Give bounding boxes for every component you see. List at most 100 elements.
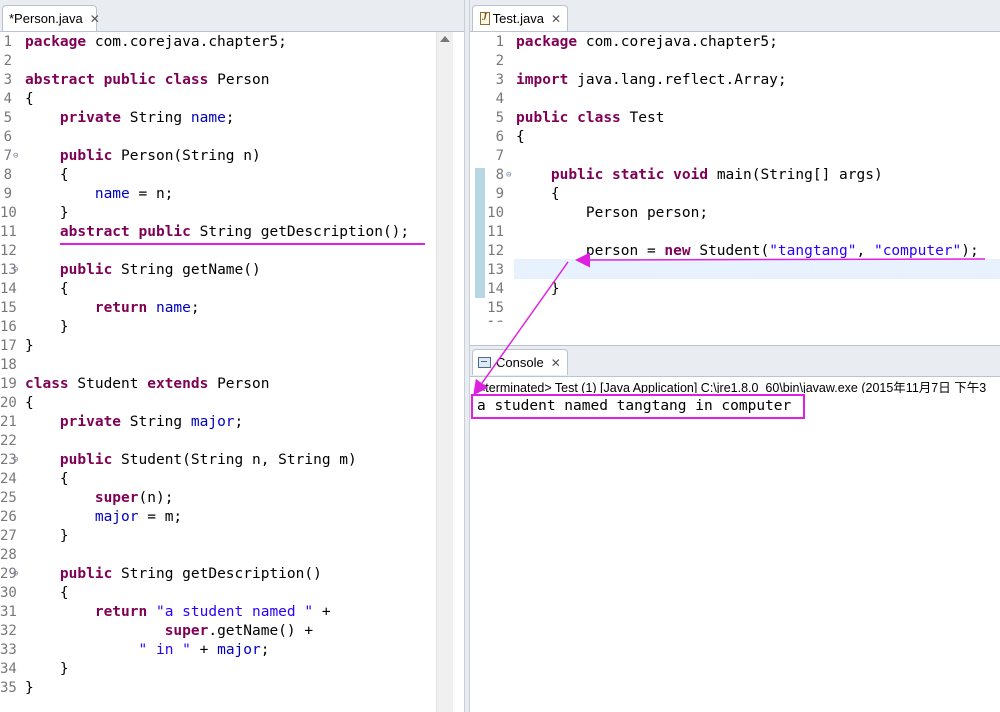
code-line[interactable]: 5 public class Test (470, 109, 1000, 128)
code-line[interactable]: 8 { (0, 166, 436, 185)
code-line[interactable]: 7 ⊖ public Person(String n) (0, 147, 436, 166)
code-line[interactable]: 2 (470, 52, 1000, 71)
code-line[interactable]: 20 { (0, 394, 436, 413)
code-line[interactable]: 17} (0, 337, 436, 356)
line-number: 26 (0, 509, 17, 525)
close-icon[interactable]: ✕ (551, 356, 561, 370)
code-line[interactable]: 1 package com.corejava.chapter5; (470, 33, 1000, 52)
code-token: import (516, 72, 569, 88)
code-token: com.corejava.chapter5; (86, 34, 287, 50)
code-line[interactable]: 11 abstract public String getDescription… (0, 223, 436, 242)
close-icon[interactable]: ✕ (90, 12, 100, 26)
code-line[interactable]: 10 } (0, 204, 436, 223)
tab-console[interactable]: Console ✕ (472, 349, 568, 375)
code-line[interactable]: 13 ⊖ public String getName() (0, 261, 436, 280)
code-line[interactable]: 9 { (470, 185, 1000, 204)
code-line[interactable]: 31 return "a student named " + (0, 603, 436, 622)
code-line[interactable]: 7 (470, 147, 1000, 166)
code-line[interactable]: 16 (470, 318, 1000, 322)
code-line[interactable]: 30 { (0, 584, 436, 603)
code-token: ; (190, 300, 200, 316)
code-line[interactable]: 8 ⊖ public static void main(String[] args… (470, 166, 1000, 185)
code-line[interactable]: 6{ (470, 128, 1000, 147)
code-text: } (25, 204, 69, 223)
person-java-editor[interactable]: 1 package com.corejava.chapter5; 2 3 abstrac… (0, 32, 436, 712)
tab-person-java[interactable]: *Person.java ✕ (2, 5, 100, 31)
code-line[interactable]: 2 (0, 52, 436, 71)
scroll-up-arrow-icon[interactable] (440, 36, 450, 42)
code-line[interactable]: 24 { (0, 470, 436, 489)
fold-collapse-icon[interactable]: ⊖ (13, 451, 18, 470)
code-line[interactable]: 15 return name; (0, 299, 436, 318)
code-line[interactable]: 22 (0, 432, 436, 451)
code-token: } (25, 205, 69, 221)
console-tab-title: Console (496, 355, 544, 370)
code-text: public String getDescription() (25, 565, 322, 584)
code-line[interactable]: 25 super(n); (0, 489, 436, 508)
code-line[interactable]: 14 { (0, 280, 436, 299)
code-token: name (94, 186, 130, 202)
code-line[interactable]: 6 (0, 128, 436, 147)
code-line[interactable]: 33 " in " + major; (0, 641, 436, 660)
line-number: 17 (0, 338, 17, 354)
code-line[interactable]: 14 } (470, 280, 1000, 299)
code-text: public Student(String n, String m) (25, 451, 357, 470)
code-line[interactable]: 11 (470, 223, 1000, 242)
line-number: 31 (0, 604, 17, 620)
code-line[interactable]: 4 (470, 90, 1000, 109)
line-number: 32 (0, 623, 17, 639)
fold-collapse-icon[interactable]: ⊖ (506, 166, 511, 185)
line-number: 15 (0, 300, 17, 316)
fold-collapse-icon[interactable]: ⊖ (13, 261, 18, 280)
left-editor-scrollbar[interactable] (436, 32, 453, 712)
code-token: { (25, 471, 69, 487)
code-text: } (516, 280, 560, 299)
line-number: 2 (495, 53, 504, 69)
close-icon[interactable]: ✕ (551, 12, 561, 26)
code-line[interactable]: 5 private String name; (0, 109, 436, 128)
code-line[interactable]: 23 ⊖ public Student(String n, String m) (0, 451, 436, 470)
code-token: java.lang.reflect.Array; (568, 72, 787, 88)
code-line[interactable]: 27 } (0, 527, 436, 546)
code-line[interactable]: 28 (0, 546, 436, 565)
code-line[interactable]: 35} (0, 679, 436, 698)
code-line[interactable]: 1 package com.corejava.chapter5; (0, 33, 436, 52)
code-token: { (516, 129, 525, 145)
line-number: 5 (3, 110, 12, 126)
console-output[interactable]: a student named tangtang in computer (471, 394, 805, 419)
code-token: } (516, 281, 560, 297)
code-line[interactable]: 34 } (0, 660, 436, 679)
code-text: } (25, 527, 69, 546)
fold-collapse-icon[interactable]: ⊖ (13, 565, 18, 584)
code-line[interactable]: 9 name = n; (0, 185, 436, 204)
fold-collapse-icon[interactable]: ⊖ (13, 147, 18, 166)
code-line[interactable]: 29 ⊖ public String getDescription() (0, 565, 436, 584)
code-line[interactable]: 4{ (0, 90, 436, 109)
code-line[interactable]: 18 (0, 356, 436, 375)
code-line[interactable]: 10 Person person; (470, 204, 1000, 223)
code-text: abstract public class Person (25, 71, 269, 90)
code-line[interactable]: 19 class Student extends Person (0, 375, 436, 394)
code-token: { (516, 186, 560, 202)
code-token: { (25, 91, 34, 107)
code-line[interactable]: 3 abstract public class Person (0, 71, 436, 90)
code-text: { (25, 584, 69, 603)
code-line[interactable]: 3 import java.lang.reflect.Array; (470, 71, 1000, 90)
code-token: "tangtang" (769, 243, 857, 259)
code-token: + (313, 604, 331, 620)
code-line[interactable]: 32 super.getName() + (0, 622, 436, 641)
code-line[interactable]: 21 private String major; (0, 413, 436, 432)
code-line[interactable]: 16 } (0, 318, 436, 337)
code-line[interactable]: 26 major = m; (0, 508, 436, 527)
tab-test-java[interactable]: J Test.java ✕ (472, 5, 568, 31)
code-line[interactable]: 15 (470, 299, 1000, 318)
code-text: { (25, 90, 34, 109)
code-token: ); (961, 243, 979, 259)
code-text: } (25, 679, 34, 698)
